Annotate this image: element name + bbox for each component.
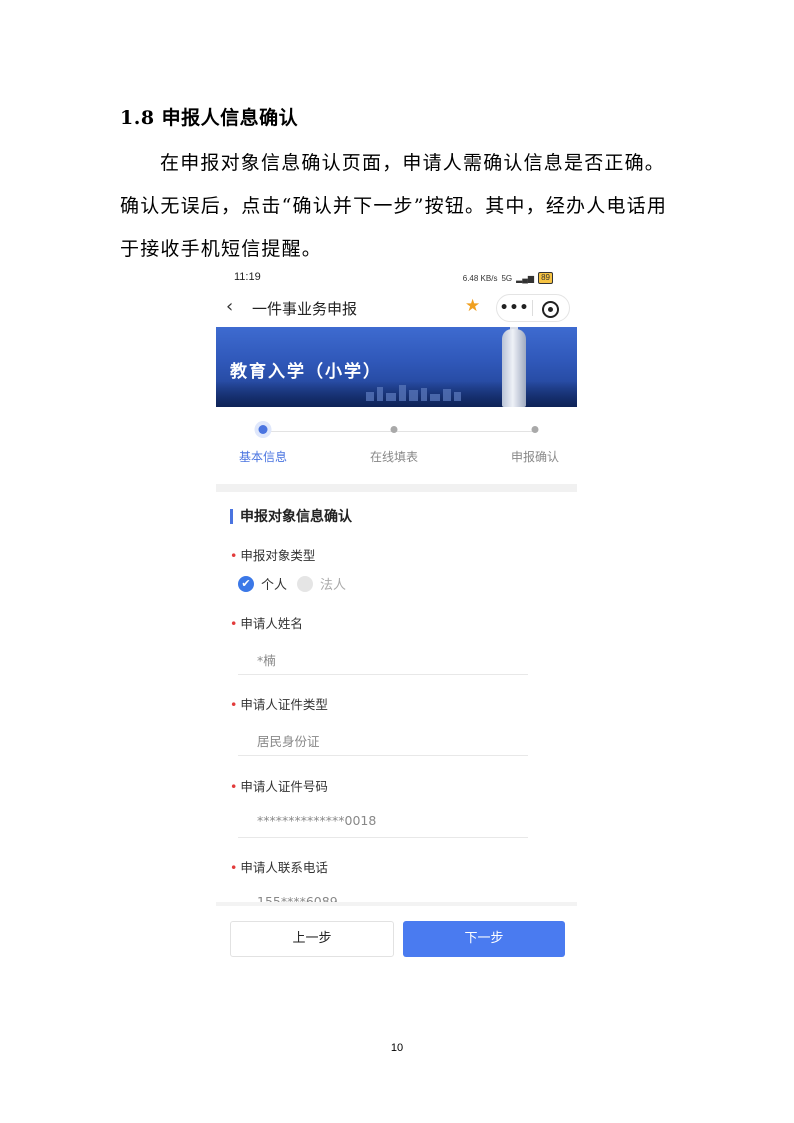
field-underline xyxy=(238,837,528,838)
field-label-id-number: • 申请人证件号码 xyxy=(230,779,328,794)
radio-checked-icon[interactable]: ✔ xyxy=(238,575,254,592)
step-label: 在线填表 xyxy=(369,450,418,464)
required-mark: • xyxy=(230,860,238,875)
tower-graphic xyxy=(502,329,526,407)
section-heading: 1.8 申报人信息确认 xyxy=(120,107,299,129)
section-separator xyxy=(216,484,577,492)
phone-screenshot: 11:19 6.48 KB/s 5G ▂▄▆ 89 ‹ 一件事业务申报 ★ ••… xyxy=(216,266,577,966)
signal-icon: ▂▄▆ xyxy=(516,273,535,283)
field-label-applicant-type: • 申报对象类型 xyxy=(230,548,316,563)
status-bar: 11:19 6.48 KB/s 5G ▂▄▆ 89 xyxy=(216,266,577,290)
field-label-id-type: • 申请人证件类型 xyxy=(230,697,328,712)
step-dot xyxy=(531,426,539,433)
required-mark: • xyxy=(230,616,238,631)
footer-buttons: 上一步 下一步 xyxy=(216,906,577,966)
more-icon[interactable]: ••• xyxy=(497,300,532,316)
required-mark: • xyxy=(230,697,238,712)
applicant-name-field[interactable]: *楠 xyxy=(257,650,276,669)
required-mark: • xyxy=(230,548,238,563)
radio-unchecked-icon[interactable] xyxy=(297,575,314,592)
close-target-icon[interactable] xyxy=(533,299,568,318)
step-label: 申报确认 xyxy=(510,450,559,464)
net-speed: 6.48 KB/s xyxy=(462,273,498,283)
step-dot xyxy=(390,426,398,433)
step-confirm: 申报确认 xyxy=(490,416,577,465)
network-icon: 5G xyxy=(501,273,513,283)
status-icons: 6.48 KB/s 5G ▂▄▆ 89 xyxy=(463,272,553,284)
step-label: 基本信息 xyxy=(238,450,287,464)
prev-step-button[interactable]: 上一步 xyxy=(230,921,394,957)
applicant-type-radio-group: ✔ 个人 法人 xyxy=(238,574,346,593)
field-label-phone: • 申请人联系电话 xyxy=(230,860,328,875)
mini-program-capsule: ••• xyxy=(496,294,570,322)
radio-label-individual[interactable]: 个人 xyxy=(261,574,287,593)
field-underline xyxy=(238,755,528,756)
nav-title: 一件事业务申报 xyxy=(252,300,358,318)
skyline-graphic xyxy=(366,383,506,401)
battery-icon: 89 xyxy=(538,272,553,284)
field-label-name: • 申请人姓名 xyxy=(230,616,303,631)
section-title: 申报对象信息确认 xyxy=(240,509,352,525)
id-type-field[interactable]: 居民身份证 xyxy=(257,731,320,750)
status-time: 11:19 xyxy=(234,271,261,283)
banner-title: 教育入学（小学） xyxy=(230,362,382,382)
banner: 教育入学（小学） xyxy=(216,327,577,407)
back-arrow-icon[interactable]: ‹ xyxy=(226,296,233,317)
field-underline xyxy=(238,674,528,675)
step-basic-info: 基本信息 xyxy=(218,416,308,465)
star-icon[interactable]: ★ xyxy=(465,296,480,316)
progress-steps: 基本信息 在线填表 申报确认 xyxy=(216,416,577,486)
required-mark: • xyxy=(230,779,238,794)
radio-label-legal-person[interactable]: 法人 xyxy=(320,574,346,593)
id-number-field[interactable]: **************0018 xyxy=(257,813,376,828)
instruction-paragraph: 在申报对象信息确认页面，申请人需确认信息是否正确。确认无误后，点击“确认并下一步… xyxy=(120,152,668,260)
page-number: 10 xyxy=(390,1042,404,1054)
step-dot-active xyxy=(258,425,268,434)
next-step-button[interactable]: 下一步 xyxy=(403,921,565,957)
step-online-form: 在线填表 xyxy=(349,416,439,465)
section-accent-bar xyxy=(230,509,233,524)
nav-bar: ‹ 一件事业务申报 ★ ••• xyxy=(216,292,577,326)
